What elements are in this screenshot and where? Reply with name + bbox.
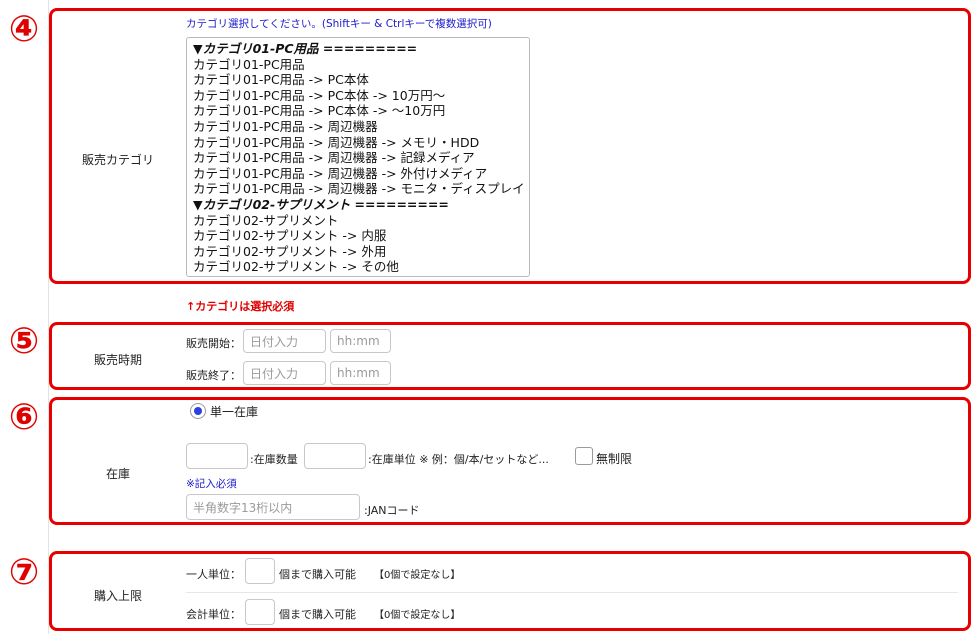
category-option[interactable]: カテゴリ01-PC用品 -> PC本体 -> 〜10万円 [193, 103, 445, 119]
per-person-label: 一人単位： [186, 568, 241, 581]
category-option-group[interactable]: ▼カテゴリ01-PC用品 ========= [193, 41, 417, 57]
single-stock-radio[interactable] [190, 403, 206, 419]
stock-quantity-input[interactable] [186, 443, 248, 469]
category-option[interactable]: カテゴリ02-サプリメント -> その他 [193, 259, 399, 275]
category-label: 販売カテゴリ [82, 153, 155, 167]
category-option[interactable]: カテゴリ01-PC用品 -> 周辺機器 -> 外付けメディア [193, 166, 487, 182]
jan-code-label: :JANコード [364, 504, 420, 517]
stock-label: 在庫 [106, 467, 131, 481]
step-marker-5: ⑤ [8, 321, 40, 362]
sale-end-date-input[interactable]: 日付入力 [243, 361, 326, 385]
radio-selected-dot [194, 407, 202, 415]
per-person-note: 【0個で設定なし】 [374, 570, 461, 581]
step-marker-6: ⑥ [8, 397, 40, 438]
step-marker-4: ④ [8, 9, 40, 50]
purchase-limit-divider [186, 592, 958, 593]
category-option[interactable]: カテゴリ01-PC用品 -> PC本体 [193, 72, 369, 88]
unlimited-checkbox[interactable] [575, 447, 593, 465]
per-person-suffix: 個まで購入可能 [279, 568, 356, 581]
total-unit-label: 会計単位： [186, 608, 241, 621]
total-unit-note: 【0個で設定なし】 [374, 610, 461, 621]
category-listbox[interactable]: ▼カテゴリ01-PC用品 ========= カテゴリ01-PC用品 カテゴリ01-… [186, 37, 530, 277]
sale-start-label: 販売開始： [186, 337, 241, 350]
per-person-limit-input[interactable] [245, 558, 275, 584]
stock-unit-input[interactable] [304, 443, 366, 469]
category-required-note: ↑カテゴリは選択必須 [186, 300, 295, 313]
sale-end-label: 販売終了： [186, 369, 241, 382]
category-option[interactable]: カテゴリ01-PC用品 -> 周辺機器 [193, 119, 378, 135]
category-option-group[interactable]: ▼カテゴリ02-サプリメント ========= [193, 197, 449, 213]
total-unit-limit-input[interactable] [245, 599, 275, 625]
category-option[interactable]: カテゴリ01-PC用品 -> 周辺機器 -> メモリ・HDD [193, 135, 479, 151]
sale-start-time-input[interactable]: hh:mm [330, 329, 391, 353]
total-unit-suffix: 個まで購入可能 [279, 608, 356, 621]
stock-unit-label: :在庫単位 ※ 例：個/本/セットなど... [368, 453, 549, 466]
sale-end-time-input[interactable]: hh:mm [330, 361, 391, 385]
category-option[interactable]: カテゴリ02-サプリメント -> 外用 [193, 244, 386, 260]
period-label: 販売時期 [94, 353, 143, 367]
category-option[interactable]: カテゴリ02-サプリメント [193, 213, 338, 229]
category-option[interactable]: カテゴリ01-PC用品 -> 周辺機器 -> 記録メディア [193, 150, 475, 166]
step-marker-7: ⑦ [8, 552, 40, 593]
stock-required-note: ※記入必須 [186, 478, 237, 490]
category-option[interactable]: カテゴリ01-PC用品 -> PC本体 -> 10万円〜 [193, 88, 445, 104]
purchase-limit-label: 購入上限 [94, 589, 143, 603]
jan-code-input[interactable]: 半角数字13桁以内 [186, 494, 360, 520]
stock-quantity-label: :在庫数量 [250, 453, 298, 466]
unlimited-label: 無制限 [596, 452, 633, 466]
category-option[interactable]: カテゴリ02-サプリメント -> 内服 [193, 228, 386, 244]
sale-start-date-input[interactable]: 日付入力 [243, 329, 326, 353]
single-stock-label: 単一在庫 [210, 405, 259, 419]
category-hint: カテゴリ選択してください。(Shiftキー & Ctrlキーで複数選択可) [186, 18, 492, 30]
category-option[interactable]: カテゴリ01-PC用品 -> 周辺機器 -> モニタ・ディスプレイ [193, 181, 525, 197]
category-option[interactable]: カテゴリ01-PC用品 [193, 57, 305, 73]
